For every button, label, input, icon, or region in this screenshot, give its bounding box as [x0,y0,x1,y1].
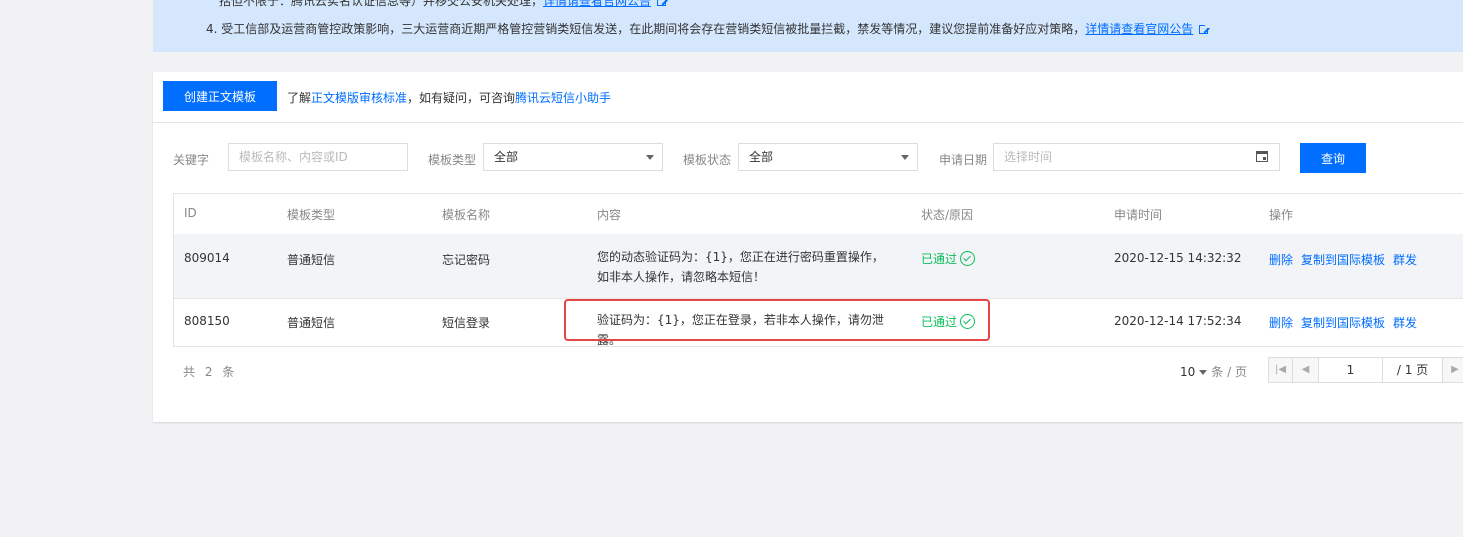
chevron-down-icon [901,155,909,160]
notice-banner: 括但不限于：腾讯云实名认证信息等）并移交公安机关处理，详情请查看官网公告 4. … [153,0,1463,52]
cell-type: 普通短信 [287,253,336,267]
header-content: 内容 [597,208,622,222]
cell-content: 验证码为：{1}，您正在登录，若非本人操作，请勿泄露。 [597,313,884,347]
cell-id: 808150 [184,314,230,328]
first-page-icon[interactable]: |◀ [1269,358,1293,382]
cell-time: 2020-12-14 17:52:34 [1114,314,1242,328]
cell-status: 已通过 [921,313,976,330]
total-count: 共 2 条 [183,365,238,379]
page-size-select[interactable]: 10 条 / 页 [1180,363,1247,380]
check-circle-icon [960,251,976,266]
cell-status: 已通过 [921,250,976,267]
header-time: 申请时间 [1114,208,1163,222]
keyword-input[interactable]: 模板名称、内容或ID [228,143,408,171]
cell-name: 忘记密码 [442,253,491,267]
toolbar: 创建正文模板 了解正文模版审核标准，如有疑问，可咨询腾讯云短信小助手 [153,72,1463,123]
table-row: 808150 普通短信 短信登录 验证码为：{1}，您正在登录，若非本人操作，请… [174,299,1463,347]
cell-id: 809014 [184,251,230,265]
check-circle-icon [960,314,976,329]
calendar-icon[interactable] [1256,151,1268,162]
header-status: 状态/原因 [921,208,974,222]
delete-link[interactable]: 删除 [1269,316,1293,330]
chevron-down-icon [1199,370,1208,375]
tip-middle: ，如有疑问，可咨询 [407,91,516,105]
next-page-icon[interactable]: ▶ [1443,358,1463,382]
prev-page-icon[interactable]: ◀ [1293,358,1319,382]
sms-assistant-link[interactable]: 腾讯云短信小助手 [515,91,611,105]
total-pages: / 1 页 [1383,358,1443,382]
table-header: ID 模板类型 模板名称 内容 状态/原因 申请时间 操作 [174,194,1463,235]
toolbar-tip: 了解正文模版审核标准，如有疑问，可咨询腾讯云短信小助手 [287,89,611,106]
type-label: 模板类型 [428,153,477,167]
notice-line-1: 括但不限于：腾讯云实名认证信息等）并移交公安机关处理，详情请查看官网公告 [219,0,667,9]
cell-actions: 删除 复制到国际模板 群发 [1269,251,1425,268]
delete-link[interactable]: 删除 [1269,253,1293,267]
header-actions: 操作 [1269,208,1294,222]
pagination: |◀ ◀ 1 / 1 页 ▶ [1268,357,1463,383]
chevron-down-icon [646,155,654,160]
filter-bar: 关键字 模板名称、内容或ID 模板类型 全部 模板状态 全部 申请日期 选择时间 [153,142,1463,174]
status-text: 已通过 [921,252,958,266]
page-size-value: 10 [1180,365,1196,379]
copy-to-international-link[interactable]: 复制到国际模板 [1301,316,1385,330]
type-select[interactable]: 全部 [483,143,663,171]
mass-send-link[interactable]: 群发 [1393,253,1417,267]
template-table: ID 模板类型 模板名称 内容 状态/原因 申请时间 操作 809014 普通短… [173,193,1463,347]
notice-line-2: 4. 受工信部及运营商管控政策影响，三大运营商近期严格管控营销类短信发送，在此期… [206,20,1211,37]
status-select[interactable]: 全部 [738,143,918,171]
page-size-unit: 条 / 页 [1211,365,1247,379]
page-input[interactable]: 1 [1319,358,1383,382]
notice-line-2-text: 4. 受工信部及运营商管控政策影响，三大运营商近期严格管控营销类短信发送，在此期… [206,22,1086,36]
header-name: 模板名称 [442,208,491,222]
date-picker-placeholder: 选择时间 [1004,150,1053,164]
cell-time: 2020-12-15 14:32:32 [1114,251,1242,265]
cell-type: 普通短信 [287,316,336,330]
date-label: 申请日期 [939,153,988,167]
header-type: 模板类型 [287,208,336,222]
status-select-value: 全部 [749,150,774,164]
mass-send-link[interactable]: 群发 [1393,316,1417,330]
cell-actions: 删除 复制到国际模板 群发 [1269,314,1425,331]
external-link-icon[interactable] [1199,23,1211,34]
template-panel: 创建正文模板 了解正文模版审核标准，如有疑问，可咨询腾讯云短信小助手 关键字 模… [153,72,1463,422]
table-row: 809014 普通短信 忘记密码 您的动态验证码为：{1}，您正在进行密码重置操… [174,234,1463,299]
notice-line-1-link[interactable]: 详情请查看官网公告 [543,0,651,8]
query-button[interactable]: 查询 [1300,143,1366,173]
notice-line-2-link[interactable]: 详情请查看官网公告 [1085,22,1193,36]
review-standard-link[interactable]: 正文模版审核标准 [311,91,407,105]
status-text: 已通过 [921,315,958,329]
type-select-value: 全部 [494,150,519,164]
keyword-label: 关键字 [173,153,210,167]
external-link-icon[interactable] [657,0,667,6]
notice-line-1-text: 括但不限于：腾讯云实名认证信息等）并移交公安机关处理， [219,0,544,8]
header-id: ID [184,206,197,220]
create-template-button[interactable]: 创建正文模板 [163,81,277,111]
status-label: 模板状态 [683,153,732,167]
cell-name: 短信登录 [442,316,491,330]
cell-content: 您的动态验证码为：{1}，您正在进行密码重置操作，如非本人操作，请忽略本短信！ [597,250,884,284]
tip-prefix: 了解 [287,91,312,105]
date-picker[interactable]: 选择时间 [993,143,1280,171]
copy-to-international-link[interactable]: 复制到国际模板 [1301,253,1385,267]
